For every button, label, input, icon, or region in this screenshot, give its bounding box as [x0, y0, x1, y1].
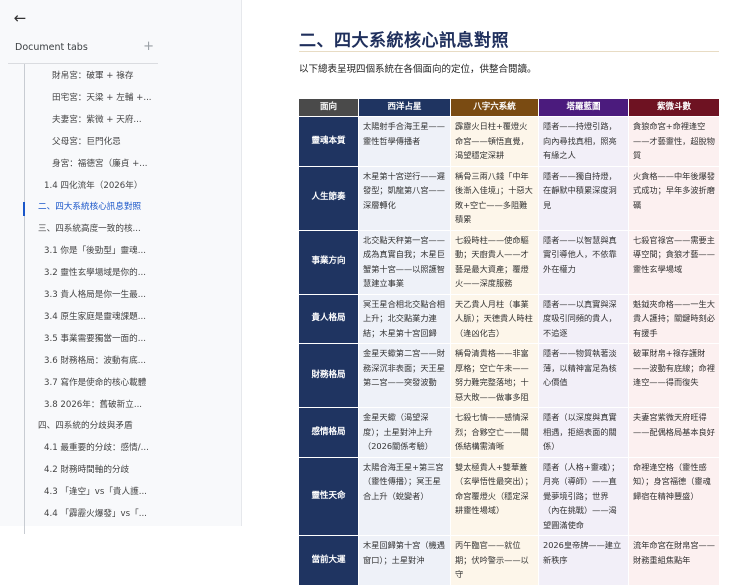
outline-item[interactable]: 田宅宮：天梁 + 左輔 +...: [52, 91, 152, 105]
row-label: 財務格局: [298, 343, 359, 408]
outline-item[interactable]: 3.5 事業需要獨當一面的...: [44, 332, 146, 346]
table-cell: 金星天蠍（渴望深度）；土星對沖上升（2026關係考驗）: [358, 407, 451, 458]
table-cell: 夫妻宮紫微天府旺得——配偶格局基本良好: [628, 407, 720, 458]
table-cell: 火貪格——中年後爆發式成功；早年多波折磨礪: [628, 165, 720, 231]
table-cell: 隱者——以智慧與真實引導他人，不依靠外在權力: [538, 229, 629, 295]
table-row: 當前大運 木星回歸第十宮（機遇窗口）；土星對沖 丙午臨官——就位期；伏吟警示——以守…: [298, 535, 720, 586]
table-cell: 魁鉞夾命格——一生大貴人護持；關鍵時刻必有援手: [628, 293, 720, 344]
table-row: 財務格局 金星天蠍第二宮——財務深沉非表面；天王星第二宮——突發波動 稱骨清貴格——…: [298, 343, 720, 408]
outline-item[interactable]: 1.4 四化流年（2026年）: [44, 179, 142, 193]
outline-item[interactable]: 3.8 2026年：舊破新立...: [44, 398, 142, 412]
row-label: 事業方向: [298, 229, 359, 295]
arrow-left-icon[interactable]: ←: [10, 8, 30, 28]
row-label: 人生節奏: [298, 165, 359, 231]
document-tabs-title: Document tabs: [15, 42, 88, 53]
table-cell: 隱者——持燈引路，向內尋找真相，照亮有緣之人: [538, 116, 629, 167]
column-header: 西洋占星: [358, 98, 451, 117]
document-body: 二、四大系統核心訊息對照 以下總表呈現四個系統在各個面向的定位，供整合閱讀。 面…: [243, 0, 740, 586]
comparison-table: 面向 西洋占星 八字六系統 塔羅藍圖 紫微斗數 靈魂本質 太陽射手合海王星——靈性哲學傳播…: [298, 98, 720, 586]
outline-item[interactable]: 夫妻宮：紫微 + 天府...: [52, 113, 142, 127]
table-cell: 隱者（人格+靈魂）；月亮（導師）——直覺夢境引路；世界（內在挑戰）——渴望圓滿使…: [538, 456, 629, 536]
table-cell: 丙午臨官——就位期；伏吟警示——以守: [450, 535, 539, 586]
table-cell: 金星天蠍第二宮——財務深沉非表面；天王星第二宮——突發波動: [358, 343, 451, 408]
document-tabs-header: Document tabs +: [8, 36, 158, 64]
table-cell: 七殺官祿宮——需要主導空間；貪狼才藝——靈性玄學場域: [628, 229, 720, 295]
table-row: 事業方向 北交點天秤第一宮——成為真實自我；木星巨蟹第十宮——以照護智慧建立事業七…: [298, 229, 720, 295]
outline-item[interactable]: 4.1 最重要的分歧：感情/...: [44, 441, 149, 455]
outline-item[interactable]: 二、四大系統核心訊息對照: [38, 200, 141, 214]
column-header: 紫微斗數: [628, 98, 720, 117]
outline-item[interactable]: 3.7 寫作是使命的核心載體: [44, 376, 146, 390]
intro-text: 以下總表呈現四個系統在各個面向的定位，供整合閱讀。: [299, 64, 537, 75]
outline-item[interactable]: 4.3 「逢空」vs「貴人護...: [44, 485, 147, 499]
table-cell: 天乙貴人月柱（事業人脈）；天德貴人時柱（逢凶化吉）: [450, 293, 539, 344]
row-label: 靈性天命: [298, 456, 359, 536]
table-cell: 貪狼命宮+命裡逢空——才藝靈性，超脫物質: [628, 116, 720, 167]
outline-item[interactable]: 四、四系統的分歧與矛盾: [38, 419, 133, 433]
table-row: 貴人格局 冥王星合相北交點合相上升；北交點業力連結；木星第十宮回歸 天乙貴人月柱（事…: [298, 293, 720, 344]
table-cell: 木星第十宮逆行——遲發型；凱龍第八宮——深層轉化: [358, 165, 451, 231]
page-title: 二、四大系統核心訊息對照: [299, 31, 509, 51]
outline-item[interactable]: 三、四系統高度一致的核...: [38, 222, 141, 236]
active-indicator: [23, 202, 25, 216]
table-cell: 稱骨三兩八錢「中年後漸入佳境」；十惡大敗+空亡——多阻難積累: [450, 165, 539, 231]
table-cell: 木星回歸第十宮（機遇窗口）；土星對沖: [358, 535, 451, 586]
outline-item[interactable]: 身宮：福德宮（廉貞 +...: [52, 157, 147, 171]
table-cell: 隱者——獨自持燈，在靜默中積累深度洞見: [538, 165, 629, 231]
table-cell: 七殺七情——感情深烈；合夥空亡——關係結構需清晰: [450, 407, 539, 458]
row-label: 感情格局: [298, 407, 359, 458]
table-cell: 流年命宮在財帛宮——財務重組焦點年: [628, 535, 720, 586]
table-row: 靈魂本質 太陽射手合海王星——靈性哲學傳播者 霹靂火日柱+覆燈火命宮——頓悟直覺，渴…: [298, 116, 720, 167]
table-row: 人生節奏 木星第十宮逆行——遲發型；凱龍第八宮——深層轉化 稱骨三兩八錢「中年後漸入…: [298, 165, 720, 231]
table-cell: 太陽合海王星+第三宮（靈性傳播）；冥王星合上升（蛻變者）: [358, 456, 451, 536]
outline-item[interactable]: 3.3 貴人格局是你一生最...: [44, 288, 146, 302]
table-cell: 隱者——以真實與深度吸引同頻的貴人，不追逐: [538, 293, 629, 344]
table-cell: 命裡逢空格（靈性感知）；身宮福德（靈魂歸宿在精神豐盛）: [628, 456, 720, 536]
outline-item[interactable]: 父母宮：巨門化忌: [52, 135, 121, 149]
column-header: 八字六系統: [450, 98, 539, 117]
outline-item[interactable]: 財帛宮：破軍 + 祿存: [52, 69, 133, 83]
outline-item[interactable]: 4.4 「霹靂火爆發」vs「...: [44, 507, 147, 521]
title-divider: [299, 51, 719, 52]
outline-item[interactable]: 3.6 財務格局：波動有底...: [44, 354, 146, 368]
table-cell: 冥王星合相北交點合相上升；北交點業力連結；木星第十宮回歸: [358, 293, 451, 344]
row-label: 靈魂本質: [298, 116, 359, 167]
table-cell: 七殺時柱——使命驅動；天廚貴人——才藝是最大資產；覆燈火——深度服務: [450, 229, 539, 295]
outline-item[interactable]: 4.2 財務時間軸的分歧: [44, 463, 129, 477]
outline-item[interactable]: 3.1 你是「後勁型」靈魂...: [44, 244, 146, 258]
table-cell: 雙太極貴人+雙華蓋（玄學悟性最突出）；命宮覆燈火（穩定深耕靈性場域）: [450, 456, 539, 536]
table-cell: 隱者（以深度與真實相遇，拒絕表面的關係）: [538, 407, 629, 458]
table-cell: 稱骨清貴格——非富厚格；空亡午未——努力難完整落地；十惡大敗——做事多阻: [450, 343, 539, 408]
column-header: 面向: [298, 98, 359, 117]
table-cell: 太陽射手合海王星——靈性哲學傳播者: [358, 116, 451, 167]
table-cell: 破軍財帛+祿存護財——波動有底線；命裡逢空——得而復失: [628, 343, 720, 408]
table-cell: 霹靂火日柱+覆燈火命宮——頓悟直覺，渴望穩定深耕: [450, 116, 539, 167]
table-row: 靈性天命 太陽合海王星+第三宮（靈性傳播）；冥王星合上升（蛻變者） 雙太極貴人+雙華…: [298, 456, 720, 536]
sidebar: ← Document tabs + 財帛宮：破軍 + 祿存田宅宮：天梁 + 左輔…: [0, 0, 242, 534]
table-cell: 隱者——物質執著淡薄，以精神富足為核心價值: [538, 343, 629, 408]
table-row: 感情格局 金星天蠍（渴望深度）；土星對沖上升（2026關係考驗） 七殺七情——感情深…: [298, 407, 720, 458]
outline-item[interactable]: 3.4 原生家庭是靈魂課題...: [44, 310, 146, 324]
column-header: 塔羅藍圖: [538, 98, 629, 117]
row-label: 貴人格局: [298, 293, 359, 344]
table-cell: 2026皇帝牌——建立新秩序: [538, 535, 629, 586]
add-tab-icon[interactable]: +: [143, 39, 154, 54]
table-cell: 北交點天秤第一宮——成為真實自我；木星巨蟹第十宮——以照護智慧建立事業: [358, 229, 451, 295]
outline-guide-line: [24, 64, 25, 534]
row-label: 當前大運: [298, 535, 359, 586]
outline-item[interactable]: 3.2 靈性玄學場域是你的...: [44, 266, 146, 280]
